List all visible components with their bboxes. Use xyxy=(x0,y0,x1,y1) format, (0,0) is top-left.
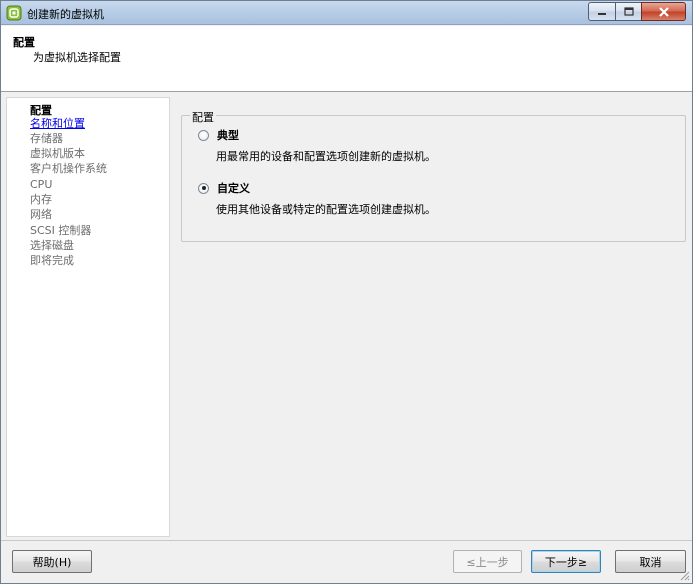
option-typical[interactable]: 典型 xyxy=(198,127,239,143)
option-custom[interactable]: 自定义 xyxy=(198,180,250,196)
page-subtitle: 为虚拟机选择配置 xyxy=(33,51,121,64)
step-vm-version: 虚拟机版本 xyxy=(30,147,85,160)
next-button[interactable]: 下一步≥ xyxy=(531,550,601,573)
wizard-body: 配置 名称和位置 存储器 虚拟机版本 客户机操作系统 CPU 内存 网络 SCS… xyxy=(1,93,692,540)
help-button[interactable]: 帮助(H) xyxy=(12,550,92,573)
window-title: 创建新的虚拟机 xyxy=(27,8,104,21)
close-button[interactable] xyxy=(641,2,686,21)
wizard-header: 配置 为虚拟机选择配置 xyxy=(1,26,692,92)
back-button[interactable]: ≤上一步 xyxy=(453,550,522,573)
step-name-location[interactable]: 名称和位置 xyxy=(30,117,85,130)
custom-description: 使用其他设备或特定的配置选项创建虚拟机。 xyxy=(216,203,436,216)
wizard-window: 创建新的虚拟机 配置 为虚拟机选择配置 配置 名称和位置 存储器 虚拟机版本 客… xyxy=(0,0,693,584)
wizard-footer: 帮助(H) ≤上一步 下一步≥ 取消 xyxy=(1,540,692,583)
page-title: 配置 xyxy=(13,36,35,49)
config-group-box: 配置 典型 用最常用的设备和配置选项创建新的虚拟机。 自定义 使用其他设备或特定… xyxy=(181,109,686,242)
vm-app-icon xyxy=(6,5,22,21)
step-storage: 存储器 xyxy=(30,132,63,145)
step-scsi-controller: SCSI 控制器 xyxy=(30,224,92,237)
cancel-button[interactable]: 取消 xyxy=(615,550,686,573)
maximize-icon xyxy=(623,7,634,16)
minimize-icon xyxy=(598,12,606,15)
maximize-button[interactable] xyxy=(615,2,641,21)
custom-radio[interactable] xyxy=(198,182,209,194)
group-legend: 配置 xyxy=(190,109,216,125)
resize-grip-icon[interactable] xyxy=(678,569,690,581)
custom-label[interactable]: 自定义 xyxy=(217,180,250,196)
minimize-button[interactable] xyxy=(588,2,615,21)
typical-radio[interactable] xyxy=(198,129,209,141)
typical-label[interactable]: 典型 xyxy=(217,127,239,143)
step-select-disk: 选择磁盘 xyxy=(30,239,74,252)
step-guest-os: 客户机操作系统 xyxy=(30,162,107,175)
step-config: 配置 xyxy=(30,104,52,117)
step-memory: 内存 xyxy=(30,193,52,206)
close-icon xyxy=(658,6,669,17)
window-controls xyxy=(588,2,686,21)
step-ready-to-complete: 即将完成 xyxy=(30,254,74,267)
title-bar[interactable]: 创建新的虚拟机 xyxy=(1,1,692,25)
step-network: 网络 xyxy=(30,208,52,221)
wizard-steps-sidebar: 配置 名称和位置 存储器 虚拟机版本 客户机操作系统 CPU 内存 网络 SCS… xyxy=(6,97,170,537)
step-cpu: CPU xyxy=(30,178,53,191)
typical-description: 用最常用的设备和配置选项创建新的虚拟机。 xyxy=(216,150,436,163)
